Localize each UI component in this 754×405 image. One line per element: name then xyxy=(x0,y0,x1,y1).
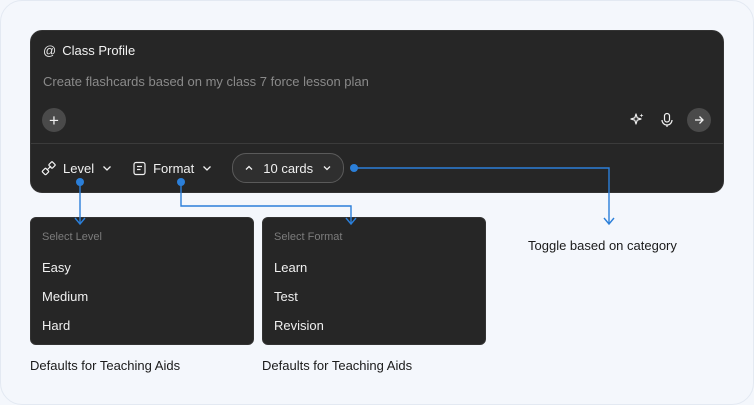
arrow-right-icon xyxy=(695,116,704,124)
send-button[interactable] xyxy=(687,108,711,132)
card-count-label: 10 cards xyxy=(263,160,314,176)
plus-icon: + xyxy=(49,110,59,130)
composer-divider xyxy=(31,143,723,144)
prompt-composer: @ Class Profile Create flashcards based … xyxy=(30,30,724,193)
card-count-toggle[interactable]: 10 cards xyxy=(232,153,345,183)
format-panel-caption: Defaults for Teaching Aids xyxy=(262,358,413,373)
level-option-easy[interactable]: Easy xyxy=(42,260,71,275)
level-option-hard[interactable]: Hard xyxy=(42,318,70,333)
chevron-down-icon xyxy=(203,166,212,171)
format-dropdown[interactable]: Format xyxy=(132,161,214,176)
microphone-icon xyxy=(661,112,673,127)
level-icon xyxy=(41,161,56,176)
format-icon xyxy=(133,161,146,175)
add-attachment-button[interactable]: + xyxy=(42,108,66,132)
at-icon: @ xyxy=(43,43,57,58)
toggle-caption: Toggle based on category xyxy=(528,238,677,253)
format-option-revision[interactable]: Revision xyxy=(274,318,324,333)
level-panel-placeholder: Select Level xyxy=(42,231,102,243)
format-option-learn[interactable]: Learn xyxy=(274,260,307,275)
class-profile-label: Class Profile xyxy=(62,43,136,58)
chevron-down-icon xyxy=(103,166,112,171)
level-option-medium[interactable]: Medium xyxy=(42,289,88,304)
format-panel-placeholder: Select Format xyxy=(274,231,343,243)
sparkle-icon xyxy=(630,113,644,125)
level-options-panel: Select Level Easy Medium Hard xyxy=(30,217,254,345)
level-label: Level xyxy=(63,160,95,176)
microphone-button[interactable] xyxy=(657,108,677,132)
format-label: Format xyxy=(153,160,195,176)
chevron-down-icon xyxy=(323,166,331,171)
level-panel-caption: Defaults for Teaching Aids xyxy=(30,358,181,373)
format-option-test[interactable]: Test xyxy=(274,289,298,304)
sparkle-button[interactable] xyxy=(627,108,647,132)
format-options-panel: Select Format Learn Test Revision xyxy=(262,217,486,345)
chevron-up-icon xyxy=(245,165,253,170)
prompt-input[interactable]: Create flashcards based on my class 7 fo… xyxy=(43,74,369,89)
level-dropdown[interactable]: Level xyxy=(41,160,114,176)
class-profile-selector[interactable]: @ Class Profile xyxy=(43,43,135,58)
